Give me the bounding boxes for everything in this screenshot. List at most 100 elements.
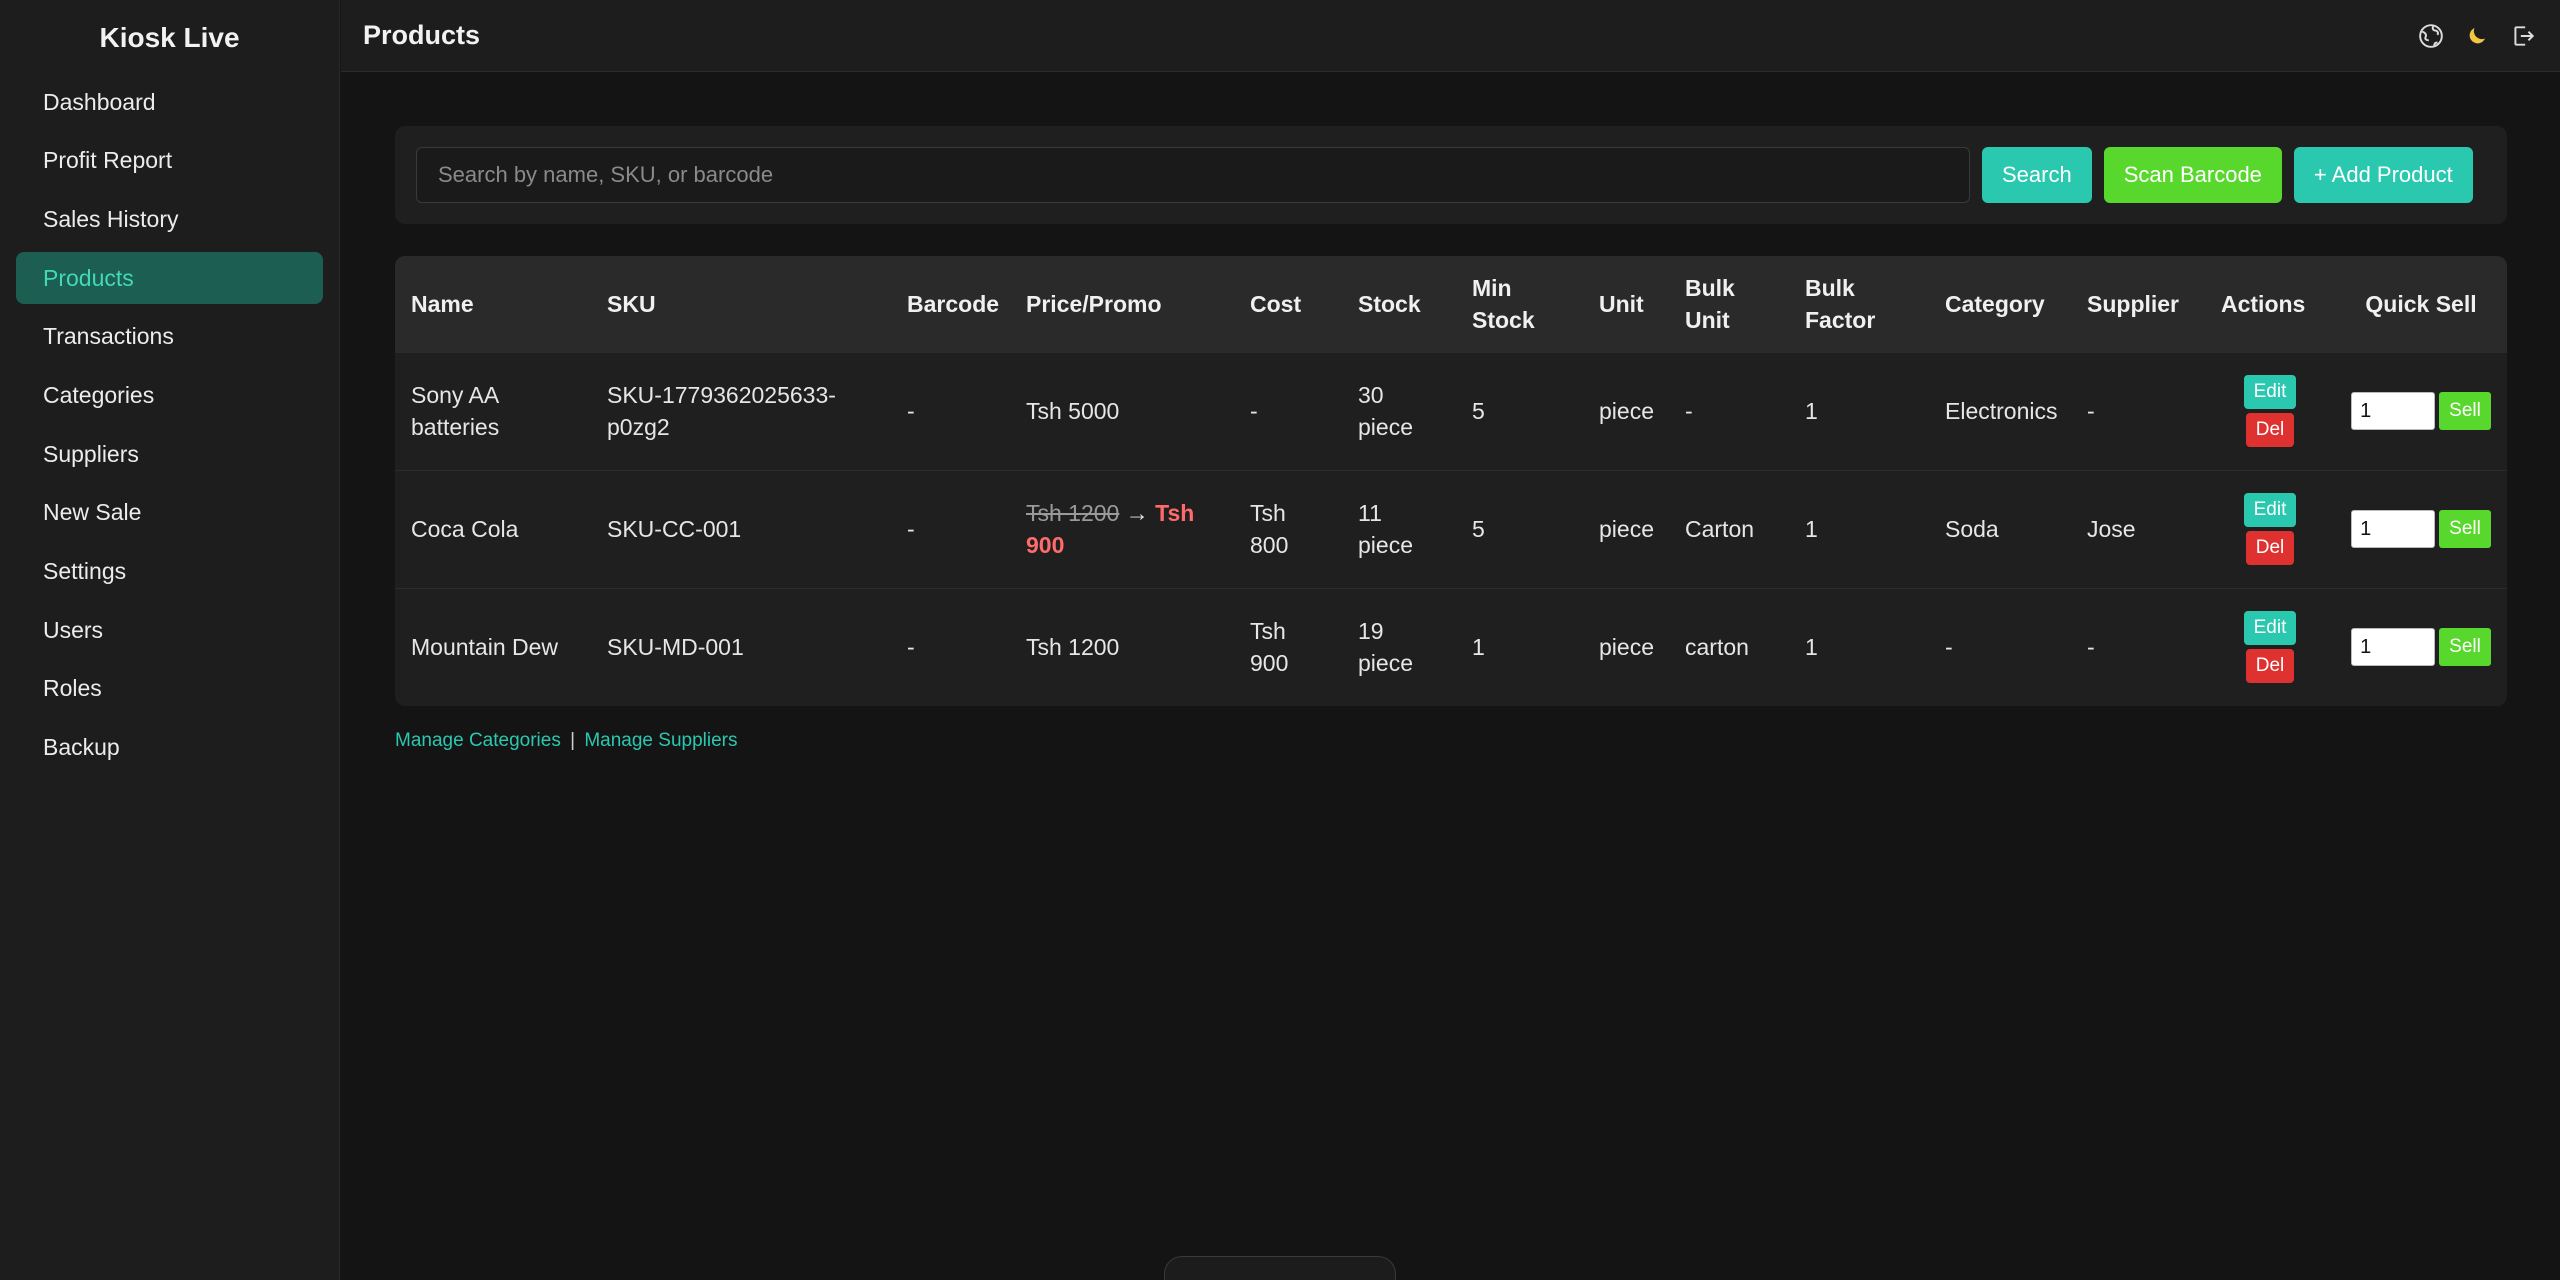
sidebar-item-new-sale[interactable]: New Sale bbox=[16, 487, 323, 539]
page-title: Products bbox=[363, 20, 481, 50]
cell-bulk-factor: 1 bbox=[1789, 587, 1929, 706]
table-row: Sony AA batteries SKU-1779362025633-p0zg… bbox=[395, 351, 2507, 470]
delete-button[interactable]: Del bbox=[2245, 531, 2295, 565]
quick-sell-quantity-input[interactable] bbox=[2351, 392, 2436, 430]
globe-icon[interactable] bbox=[2416, 21, 2446, 51]
sidebar-item-settings[interactable]: Settings bbox=[16, 546, 323, 598]
arrow-icon: → bbox=[1119, 500, 1156, 526]
column-header: SKU bbox=[591, 256, 891, 352]
cell-barcode: - bbox=[891, 587, 1010, 706]
cell-stock: 19 piece bbox=[1342, 587, 1456, 706]
cell-price: Tsh 1200 → Tsh 900 bbox=[1010, 469, 1234, 588]
cell-barcode: - bbox=[891, 469, 1010, 588]
sidebar-item-products[interactable]: Products bbox=[16, 252, 323, 305]
cell-name: Sony AA batteries bbox=[395, 351, 591, 470]
cell-actions: Edit Del bbox=[2205, 469, 2335, 588]
cell-actions: Edit Del bbox=[2205, 351, 2335, 470]
sidebar-item-sales-history[interactable]: Sales History bbox=[16, 193, 323, 245]
quick-sell-quantity-input[interactable] bbox=[2351, 628, 2436, 667]
cell-barcode: - bbox=[891, 351, 1010, 470]
table-row: Mountain Dew SKU-MD-001 - Tsh 1200 Tsh 9… bbox=[395, 587, 2507, 706]
price-value: Tsh 5000 bbox=[1026, 398, 1120, 424]
quick-sell-group: Sell bbox=[2351, 510, 2491, 548]
sell-button[interactable]: Sell bbox=[2439, 628, 2491, 667]
top-header: Products bbox=[341, 0, 2560, 72]
sidebar: Kiosk Live Dashboard Profit Report Sales… bbox=[0, 0, 340, 1280]
sidebar-item-roles[interactable]: Roles bbox=[16, 663, 323, 715]
sell-button[interactable]: Sell bbox=[2439, 510, 2491, 548]
bottom-dock bbox=[1164, 1256, 1396, 1280]
cell-bulk-factor: 1 bbox=[1789, 469, 1929, 588]
sidebar-item-dashboard[interactable]: Dashboard bbox=[16, 76, 323, 128]
products-table: Name SKU Barcode Price/Promo Cost Stock … bbox=[395, 256, 2507, 706]
cell-quick-sell: Sell bbox=[2335, 351, 2507, 470]
column-header: Category bbox=[1929, 256, 2071, 352]
cell-bulk-unit: carton bbox=[1669, 587, 1789, 706]
cell-sku: SKU-MD-001 bbox=[591, 587, 891, 706]
cell-price: Tsh 5000 bbox=[1010, 351, 1234, 470]
manage-categories-link[interactable]: Manage Categories bbox=[395, 730, 561, 751]
app-brand: Kiosk Live bbox=[99, 22, 240, 53]
cell-min-stock: 5 bbox=[1456, 469, 1583, 588]
sidebar-item-users[interactable]: Users bbox=[16, 604, 323, 656]
cell-min-stock: 1 bbox=[1456, 587, 1583, 706]
cell-category: Electronics bbox=[1929, 351, 2071, 470]
table-row: Coca Cola SKU-CC-001 - Tsh 1200 → Tsh 90… bbox=[395, 469, 2507, 588]
table-header-row: Name SKU Barcode Price/Promo Cost Stock … bbox=[395, 256, 2507, 352]
cell-category: Soda bbox=[1929, 469, 2071, 588]
cell-stock: 30 piece bbox=[1342, 351, 1456, 470]
cell-category: - bbox=[1929, 587, 2071, 706]
original-price: Tsh 1200 bbox=[1026, 500, 1120, 526]
quick-sell-group: Sell bbox=[2351, 628, 2491, 667]
sidebar-item-profit-report[interactable]: Profit Report bbox=[16, 135, 323, 187]
price-value: Tsh 1200 bbox=[1026, 634, 1120, 661]
cell-supplier: - bbox=[2071, 587, 2205, 706]
link-separator: | bbox=[570, 730, 576, 751]
column-header: Supplier bbox=[2071, 256, 2205, 352]
edit-button[interactable]: Edit bbox=[2243, 493, 2297, 527]
cell-cost: - bbox=[1234, 351, 1342, 470]
cell-bulk-unit: - bbox=[1669, 351, 1789, 470]
cell-cost: Tsh 900 bbox=[1234, 587, 1342, 706]
column-header: Bulk Unit bbox=[1669, 256, 1789, 352]
column-header: Min Stock bbox=[1456, 256, 1583, 352]
delete-button[interactable]: Del bbox=[2245, 413, 2295, 447]
column-header: Price/Promo bbox=[1010, 256, 1234, 352]
cell-stock: 11 piece bbox=[1342, 469, 1456, 588]
search-input[interactable] bbox=[416, 147, 1970, 203]
cell-supplier: Jose bbox=[2071, 469, 2205, 588]
cell-sku: SKU-CC-001 bbox=[591, 469, 891, 588]
cell-price: Tsh 1200 bbox=[1010, 587, 1234, 706]
cell-quick-sell: Sell bbox=[2335, 587, 2507, 706]
cell-name: Coca Cola bbox=[395, 469, 591, 588]
edit-button[interactable]: Edit bbox=[2243, 611, 2297, 646]
add-product-button[interactable]: + Add Product bbox=[2293, 147, 2473, 203]
footer-links: Manage Categories | Manage Suppliers bbox=[395, 730, 737, 752]
cell-sku: SKU-1779362025633-p0zg2 bbox=[591, 351, 891, 470]
cell-supplier: - bbox=[2071, 351, 2205, 470]
scan-barcode-button[interactable]: Scan Barcode bbox=[2103, 147, 2282, 203]
sidebar-nav: Dashboard Profit Report Sales History Pr… bbox=[0, 76, 339, 774]
edit-button[interactable]: Edit bbox=[2243, 375, 2297, 409]
manage-suppliers-link[interactable]: Manage Suppliers bbox=[584, 730, 737, 751]
quick-sell-quantity-input[interactable] bbox=[2351, 510, 2436, 548]
sidebar-item-transactions[interactable]: Transactions bbox=[16, 311, 323, 363]
sidebar-item-backup[interactable]: Backup bbox=[16, 722, 323, 774]
cell-quick-sell: Sell bbox=[2335, 469, 2507, 588]
cell-name: Mountain Dew bbox=[395, 587, 591, 706]
column-header: Stock bbox=[1342, 256, 1456, 352]
cell-min-stock: 5 bbox=[1456, 351, 1583, 470]
quick-sell-group: Sell bbox=[2351, 392, 2491, 430]
column-header: Bulk Factor bbox=[1789, 256, 1929, 352]
delete-button[interactable]: Del bbox=[2245, 649, 2295, 684]
column-header: Name bbox=[395, 256, 591, 352]
sell-button[interactable]: Sell bbox=[2439, 392, 2491, 430]
logout-icon[interactable] bbox=[2508, 21, 2538, 51]
column-header: Quick Sell bbox=[2335, 256, 2507, 352]
sidebar-item-suppliers[interactable]: Suppliers bbox=[16, 428, 323, 480]
header-icons bbox=[2416, 21, 2538, 51]
search-button[interactable]: Search bbox=[1982, 147, 2092, 203]
cell-bulk-unit: Carton bbox=[1669, 469, 1789, 588]
moon-icon[interactable] bbox=[2462, 21, 2492, 51]
sidebar-item-categories[interactable]: Categories bbox=[16, 369, 323, 421]
